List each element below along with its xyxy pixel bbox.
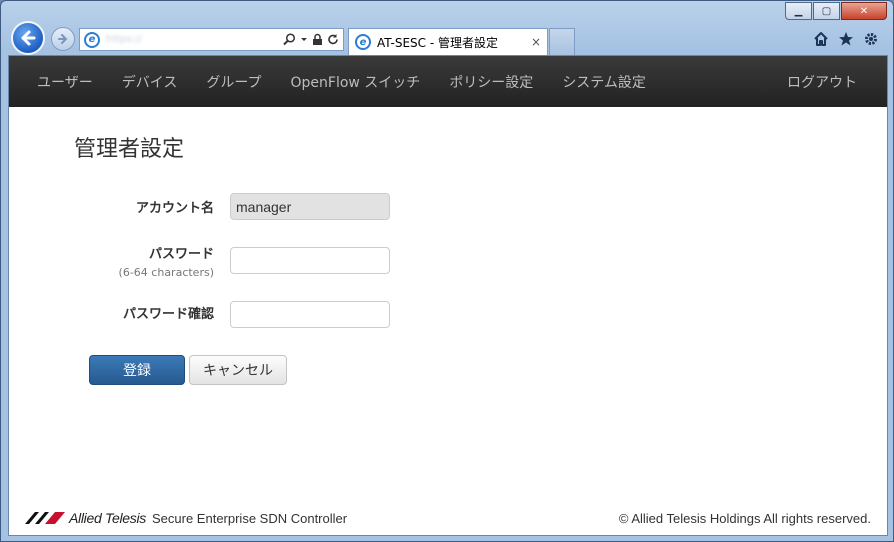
- nav-item-groups[interactable]: グループ: [206, 72, 261, 92]
- account-label: アカウント名: [135, 201, 214, 216]
- main-content: 管理者設定 アカウント名 パスワード (6-64 characters) パスワ…: [9, 107, 887, 537]
- top-navbar: ユーザー デバイス グループ OpenFlow スイッチ ポリシー設定 システム…: [9, 56, 887, 107]
- minimize-button[interactable]: ▁: [785, 2, 812, 20]
- search-icon[interactable]: [283, 33, 296, 46]
- arrow-left-icon: [21, 30, 36, 46]
- password-confirm-label: パスワード確認: [122, 307, 214, 322]
- password-label-group: パスワード (6-64 characters): [119, 243, 214, 279]
- new-tab-button[interactable]: [549, 28, 575, 55]
- browser-toolbar-icons: [813, 31, 879, 47]
- address-bar[interactable]: e https://: [79, 28, 344, 51]
- address-url[interactable]: https://: [106, 34, 283, 45]
- password-hint: (6-64 characters): [118, 266, 214, 279]
- tab-title: AT-SESC - 管理者設定: [377, 35, 498, 50]
- maximize-button[interactable]: ▢: [813, 2, 840, 20]
- window-controls: ▁ ▢ ✕: [784, 2, 887, 20]
- password-input[interactable]: [230, 247, 390, 274]
- star-icon[interactable]: [838, 31, 854, 47]
- lock-icon[interactable]: [312, 33, 323, 46]
- submit-button[interactable]: 登録: [89, 355, 185, 385]
- page-title: 管理者設定: [74, 137, 185, 162]
- address-bar-icons: [283, 33, 339, 46]
- nav-item-openflow-switch[interactable]: OpenFlow スイッチ: [291, 72, 421, 92]
- brand-logo: Allied Telesis: [25, 510, 146, 526]
- browser-chrome: ▁ ▢ ✕ e https:// e AT-SESC - 管理者設定 ×: [1, 1, 893, 55]
- tab-favicon-icon: e: [355, 34, 371, 50]
- home-icon[interactable]: [813, 31, 829, 47]
- password-confirm-input[interactable]: [230, 301, 390, 328]
- browser-tab-active[interactable]: e AT-SESC - 管理者設定 ×: [348, 28, 548, 55]
- back-button[interactable]: [11, 21, 45, 55]
- gear-icon[interactable]: [863, 31, 879, 47]
- page-viewport: ユーザー デバイス グループ OpenFlow スイッチ ポリシー設定 システム…: [8, 55, 888, 536]
- copyright-text: © Allied Telesis Holdings All rights res…: [618, 510, 871, 526]
- page-footer: Allied Telesis Secure Enterprise SDN Con…: [9, 503, 887, 533]
- close-window-button[interactable]: ✕: [841, 2, 887, 20]
- refresh-icon[interactable]: [327, 33, 339, 46]
- nav-item-policy-settings[interactable]: ポリシー設定: [449, 72, 533, 92]
- account-name-field[interactable]: [230, 193, 390, 220]
- ie-logo-icon: e: [84, 31, 100, 48]
- logout-link[interactable]: ログアウト: [787, 72, 857, 92]
- forward-button[interactable]: [51, 27, 75, 51]
- nav-item-devices[interactable]: デバイス: [122, 72, 178, 92]
- cancel-button[interactable]: キャンセル: [189, 355, 287, 385]
- allied-telesis-logo-icon: [25, 512, 65, 524]
- nav-item-users[interactable]: ユーザー: [37, 72, 93, 92]
- password-label: パスワード: [148, 247, 214, 262]
- dropdown-arrow-icon[interactable]: [300, 33, 308, 46]
- arrow-right-icon: [58, 34, 68, 44]
- tab-close-button[interactable]: ×: [531, 35, 541, 49]
- product-name: Secure Enterprise SDN Controller: [152, 510, 348, 526]
- brand-name: Allied Telesis: [69, 510, 146, 526]
- nav-item-system-settings[interactable]: システム設定: [562, 72, 646, 92]
- browser-window: ▁ ▢ ✕ e https:// e AT-SESC - 管理者設定 × ユーザ…: [0, 0, 894, 542]
